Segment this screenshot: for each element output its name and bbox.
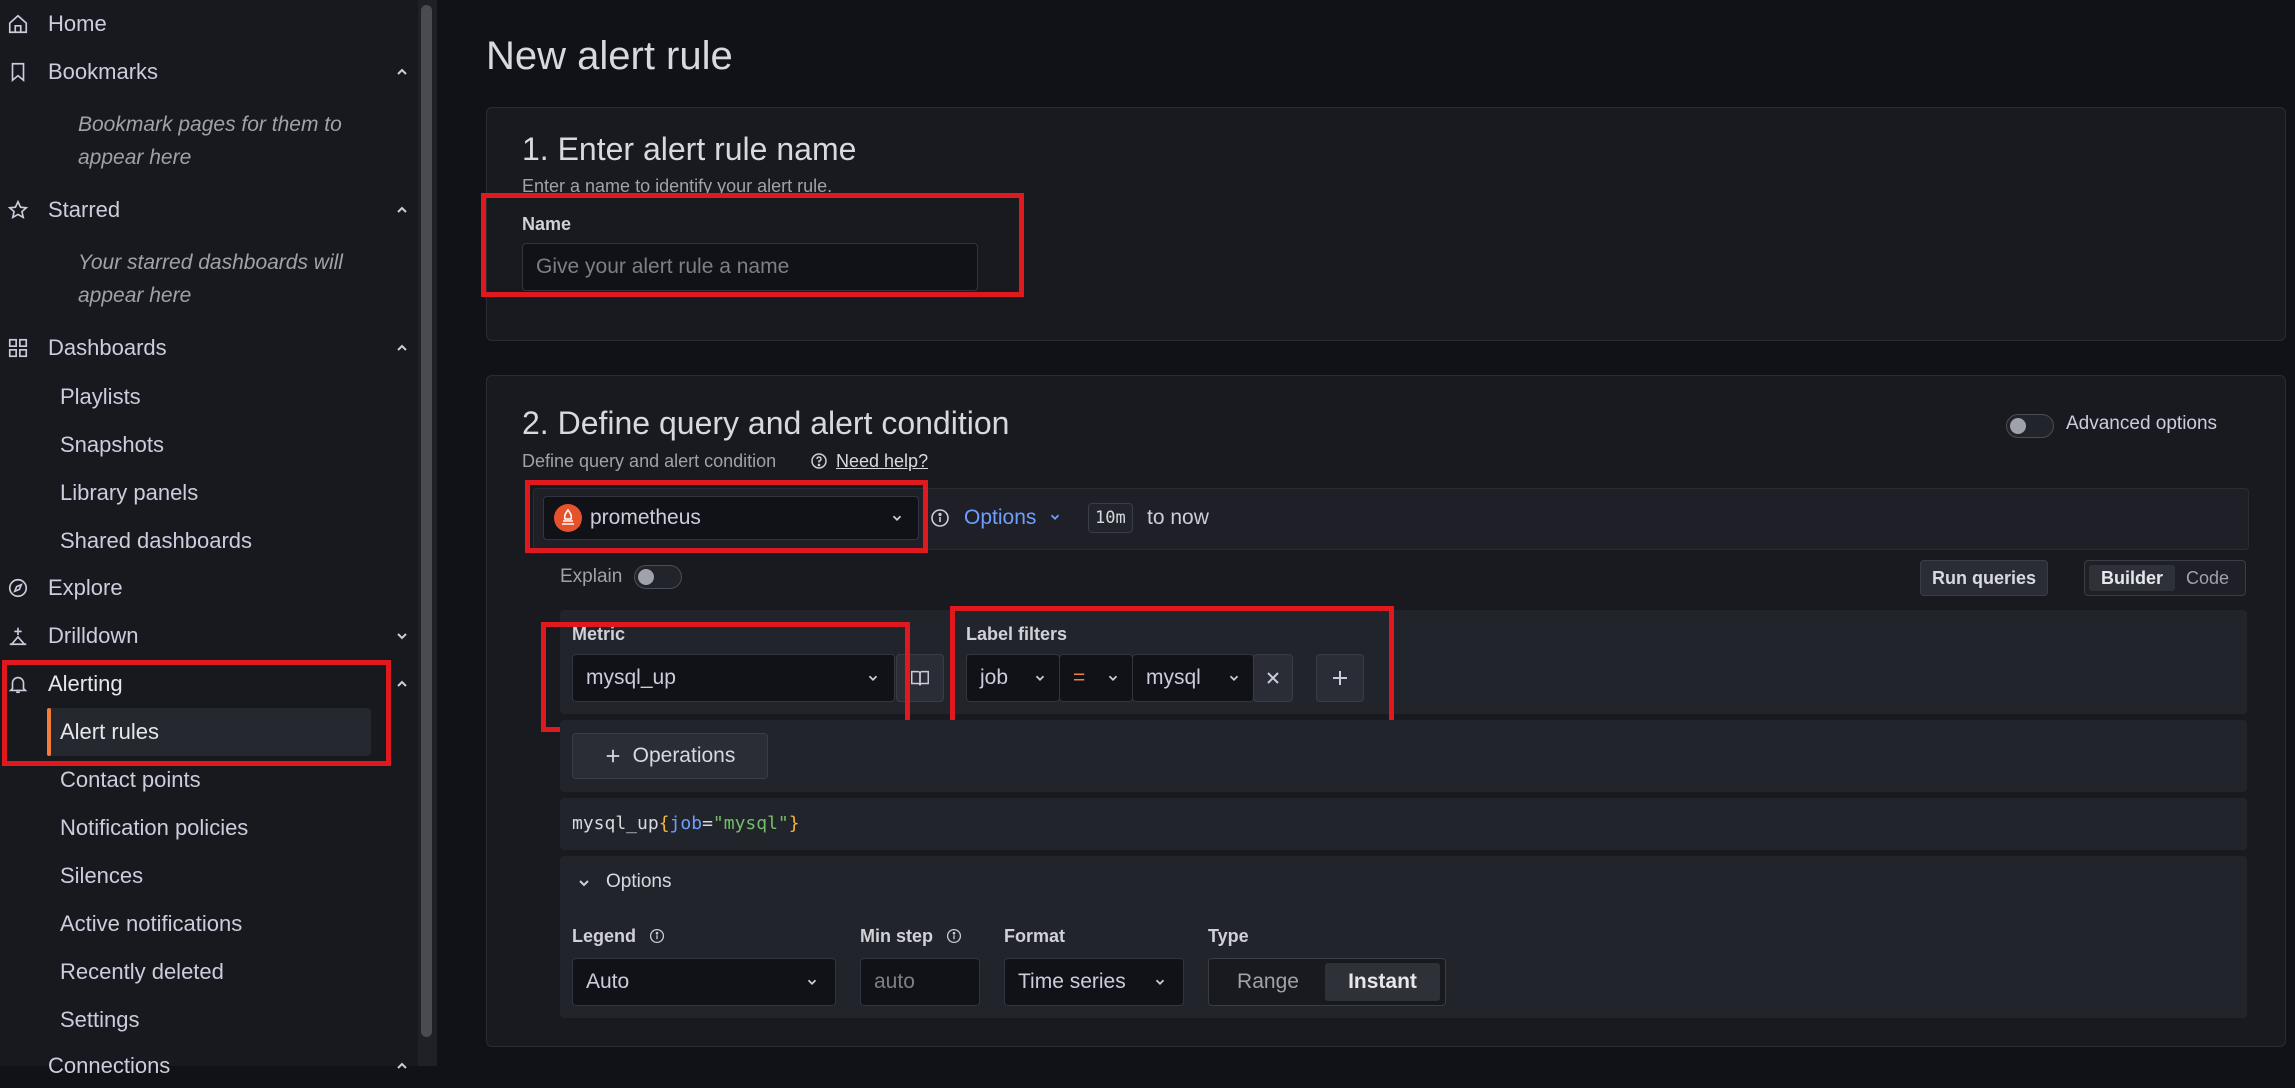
highlight-name [481,193,1024,297]
star-icon [7,199,29,219]
starred-empty-hint: Your starred dashboards will appear here [78,251,343,307]
explain-toggle[interactable] [634,565,682,589]
sidebar-item-label: Starred [48,197,121,222]
bookmark-icon [11,62,25,83]
run-queries-button[interactable]: Run queries [1920,560,2048,596]
sidebar-item-snapshots[interactable]: Snapshots [60,432,164,458]
sidebar-item-bookmarks[interactable]: Bookmarks [0,50,420,94]
chevron-up-icon[interactable] [394,340,410,356]
chevron-up-icon[interactable] [394,64,410,80]
sidebar-item-notification-policies[interactable]: Notification policies [60,815,248,841]
plus-icon [606,749,619,763]
chevron-up-icon[interactable] [394,1058,410,1074]
sidebar-item-home[interactable]: Home [0,2,420,46]
sidebar-item-playlists[interactable]: Playlists [60,384,141,410]
sidebar-item-starred[interactable]: Starred [0,188,420,232]
chevron-down-icon[interactable] [576,875,592,891]
sidebar-item-active-notifications[interactable]: Active notifications [60,911,242,937]
highlight-metric [541,622,910,732]
query-options-button[interactable]: Options [964,506,1062,530]
chevron-down-icon [807,979,817,985]
page-title: New alert rule [486,34,733,78]
highlight-label-filters [950,606,1394,737]
help-icon [811,453,827,469]
legend-label: Legend [572,926,665,947]
section-1-title: 1. Enter alert rule name [522,131,857,167]
dashboards-icon [8,338,28,358]
sidebar-item-label: Drilldown [48,623,139,648]
highlight-alerting [2,660,391,766]
drilldown-icon [9,627,27,646]
legend-select[interactable]: Auto [572,958,836,1006]
type-label: Type [1208,926,1249,946]
sidebar-item-silences[interactable]: Silences [60,863,143,889]
query-preview: mysql_up{job="mysql"} [560,798,2247,850]
sidebar-item-label: Dashboards [48,335,167,360]
sidebar: Home Bookmarks Bookmark pages for them t… [0,0,437,1078]
sidebar-item-connections[interactable]: Connections [0,1044,420,1088]
sidebar-scrollbar[interactable] [421,5,432,1037]
sidebar-item-label: Bookmarks [48,59,159,84]
chevron-up-icon[interactable] [394,676,410,692]
info-icon [649,928,665,944]
chevron-down-icon [1051,514,1060,520]
code-mode-button[interactable]: Code [2186,568,2229,589]
advanced-options-label: Advanced options [2066,413,2218,434]
operations-button[interactable]: Operations [572,733,768,779]
sidebar-item-drilldown[interactable]: Drilldown [0,614,420,658]
sidebar-item-library-panels[interactable]: Library panels [60,480,198,506]
sidebar-item-contact-points[interactable]: Contact points [60,767,201,793]
advanced-options-toggle[interactable] [2006,414,2054,438]
highlight-datasource [525,480,928,553]
sidebar-item-recently-deleted[interactable]: Recently deleted [60,959,224,985]
home-icon [8,14,28,34]
section-2-subtitle: Define query and alert condition [522,451,777,471]
section-2-title: 2. Define query and alert condition [522,405,1010,441]
sidebar-item-explore[interactable]: Explore [0,566,420,610]
sidebar-item-label: Home [48,11,107,36]
bookmarks-empty-hint: Bookmark pages for them to appear here [78,113,342,169]
sidebar-item-label: Explore [48,575,123,600]
need-help-link[interactable]: Need help? [836,451,928,472]
info-icon [946,928,962,944]
operations-panel [560,720,2247,792]
type-instant-option[interactable]: Instant [1325,963,1440,1001]
min-step-label: Min step [860,926,962,947]
sidebar-item-settings[interactable]: Settings [60,1007,140,1033]
info-icon[interactable] [930,508,950,528]
format-label: Format [1004,926,1066,946]
explain-label: Explain [560,566,623,587]
book-icon [911,670,929,686]
type-range-option[interactable]: Range [1214,963,1322,1001]
time-range-suffix: to now [1147,506,1209,529]
builder-mode-button[interactable]: Builder [2089,565,2175,591]
min-step-input[interactable]: auto [860,958,980,1006]
time-range-badge: 10m [1088,503,1133,533]
sidebar-item-dashboards[interactable]: Dashboards [0,326,420,370]
chevron-down-icon[interactable] [394,628,410,644]
chevron-down-icon [1155,979,1165,985]
sidebar-item-label: Connections [48,1053,171,1078]
options-section-toggle[interactable]: Options [606,871,671,893]
format-select[interactable]: Time series [1004,958,1184,1006]
sidebar-item-shared-dashboards[interactable]: Shared dashboards [60,528,252,554]
chevron-up-icon[interactable] [394,202,410,218]
explore-icon [8,578,28,598]
